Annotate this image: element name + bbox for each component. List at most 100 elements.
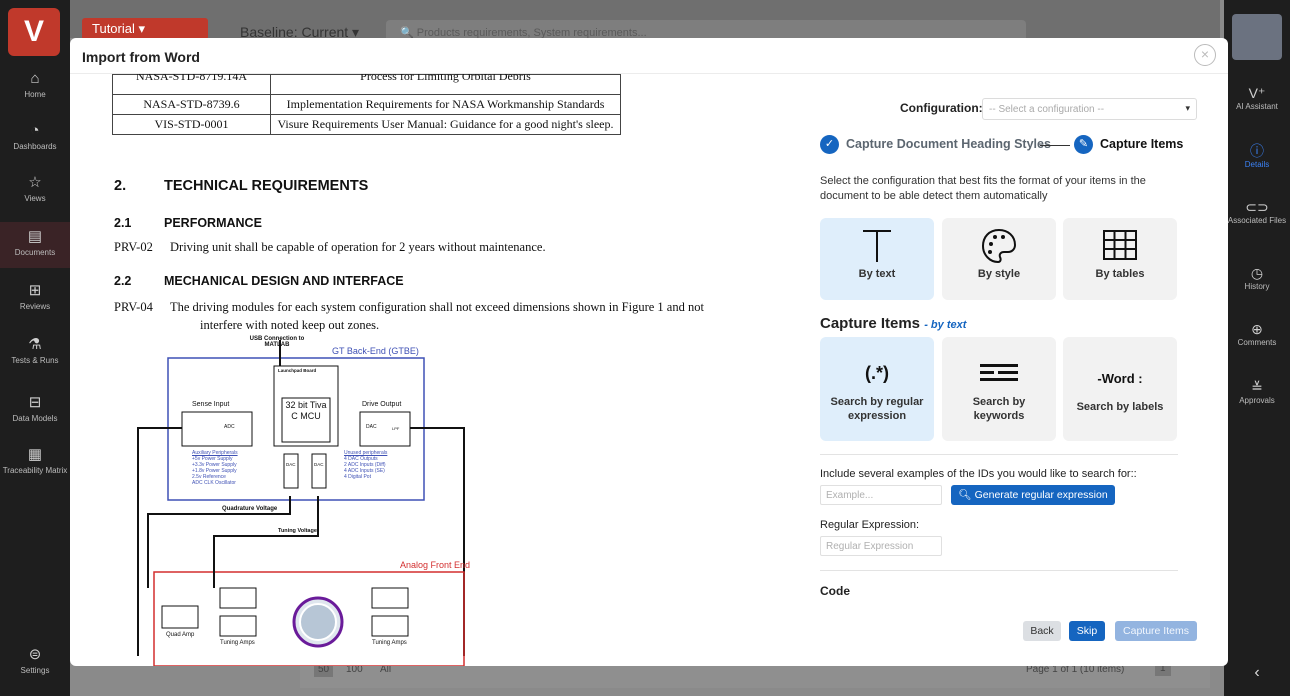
nav-documents[interactable]: ▤ Documents (0, 222, 70, 268)
mode-label: By tables (1095, 268, 1145, 280)
tutorial-button[interactable]: Tutorial ▾ (82, 18, 208, 40)
table-row: VIS-STD-0001 Visure Requirements User Man… (112, 114, 621, 135)
generate-regex-button[interactable]: 🔍︎ Generate regular expression (951, 485, 1115, 505)
mode-label: By style (977, 268, 1021, 280)
clock-icon: ◷ (1250, 265, 1264, 281)
dialog-header: Import from Word × (70, 38, 1228, 74)
nav-home-label: Home (24, 90, 46, 99)
table-icon (1063, 218, 1177, 268)
capture-items-button[interactable]: Capture Items (1115, 621, 1197, 641)
table-row: NASA-STD-8719.14A Process for Limiting Or… (112, 74, 621, 87)
section-2-1-title: PERFORMANCE (164, 216, 262, 230)
nav-documents-label: Documents (14, 248, 56, 257)
table-cell: Implementation Requirements for NASA Wor… (270, 94, 621, 115)
configuration-placeholder: -- Select a configuration -- (989, 104, 1105, 115)
step-heading-styles[interactable]: Capture Document Heading Styles (846, 137, 1051, 151)
flask-icon: ⚗ (28, 336, 42, 353)
aux-item: ADC CLK Oscillator (192, 480, 236, 486)
star-icon: ☆ (28, 174, 42, 191)
step-capture-items[interactable]: Capture Items (1100, 137, 1183, 151)
document-preview: NASA-STD-8719.14A Process for Limiting Or… (70, 74, 790, 666)
requirement-text-continued: interfere with noted keep out zones. (200, 318, 380, 332)
dialog-title: Import from Word (82, 49, 200, 65)
nav-dashboards[interactable]: ◔ Dashboards (0, 122, 70, 151)
regex-input[interactable]: Regular Expression (820, 536, 942, 556)
panel-ai-assistant[interactable]: V⁺ AI Assistant (1224, 84, 1290, 111)
dashboard-icon: ◔ (30, 122, 40, 139)
close-icon[interactable]: × (1194, 44, 1216, 66)
associated-files-label: Associated Files (1227, 216, 1287, 225)
table-cell: Process for Limiting Orbital Debris (270, 74, 621, 87)
configuration-select[interactable]: -- Select a configuration -- ▾ (982, 98, 1197, 120)
example-input[interactable]: Example... (820, 485, 942, 505)
analog-front-end-label: Analog Front End (400, 560, 471, 570)
home-icon: ⌂ (30, 70, 40, 87)
mode-by-text-card[interactable]: By text (820, 218, 934, 300)
capture-subtitle: - by text (924, 319, 967, 331)
nav-traceability-label: Traceability Matrix (2, 466, 68, 475)
configuration-label: Configuration: (900, 101, 983, 115)
method-keywords-card[interactable]: Search by keywords (942, 337, 1056, 441)
capture-items-title: Capture Items - by text (820, 315, 966, 332)
usb-connection-label: USB Connection to MATLAB (249, 336, 305, 348)
nav-views-label: Views (24, 194, 46, 203)
search-icon: 🔍︎ (958, 489, 972, 501)
nav-data-models[interactable]: ⊟ Data Models (0, 394, 70, 423)
step-connector (1040, 145, 1070, 146)
mode-by-tables-card[interactable]: By tables (1063, 218, 1177, 300)
nav-traceability[interactable]: ▦ Traceability Matrix (0, 446, 70, 476)
panel-associated-files[interactable]: ⊂⊃ Associated Files (1224, 198, 1290, 225)
regex-icon: (.*) (865, 363, 889, 383)
history-label: History (1244, 282, 1270, 291)
tutorial-label: Tutorial (92, 21, 135, 36)
quad-amp-label: Quad Amp (166, 632, 195, 638)
palette-icon (942, 218, 1056, 268)
comments-label: Comments (1237, 338, 1277, 347)
requirement-id: PRV-04 (114, 300, 153, 314)
diagram-drawing (137, 340, 465, 666)
method-labels-card[interactable]: -Word : Search by labels (1063, 337, 1177, 441)
skip-button[interactable]: Skip (1069, 621, 1105, 641)
back-button[interactable]: Back (1023, 621, 1061, 641)
unused-peripherals-list: 4 DAC Outputs 2 ADC Inputs (Diff) 4 ADC … (344, 456, 386, 480)
launchpad-label: Launchpad Board (278, 368, 317, 373)
aux-peripherals-list: +5v Power Supply +3.3v Power Supply +1.8… (192, 456, 237, 486)
avatar[interactable] (1232, 14, 1282, 60)
sense-input-label: Sense Input (192, 401, 230, 408)
regex-label: Regular Expression: (820, 519, 920, 531)
nav-reviews[interactable]: ⊞ Reviews (0, 282, 70, 311)
nav-views[interactable]: ☆ Views (0, 174, 70, 203)
gtbe-label: GT Back-End (GTBE) (332, 346, 419, 356)
nav-tests-runs[interactable]: ⚗ Tests & Runs (0, 336, 70, 365)
panel-comments[interactable]: ⊕ Comments (1224, 320, 1290, 347)
standards-table: NASA-STD-8719.14A Process for Limiting Or… (112, 74, 621, 135)
comment-icon: ⊕ (1251, 321, 1263, 337)
section-2-2-number: 2.2 (114, 274, 132, 288)
nav-settings[interactable]: ⊜ Settings (0, 646, 70, 675)
nav-settings-label: Settings (20, 666, 50, 675)
info-icon: ⓘ (1250, 143, 1264, 159)
mode-by-style-card[interactable]: By style (942, 218, 1056, 300)
nav-home[interactable]: ⌂ Home (0, 70, 70, 99)
dac-label: DAC (286, 462, 296, 467)
adc-label: ADC (224, 424, 235, 430)
method-regex-card[interactable]: (.*) Search by regular expression (820, 337, 934, 441)
panel-history[interactable]: ◷ History (1224, 264, 1290, 291)
app-logo[interactable]: V (8, 8, 60, 56)
mode-label: By text (858, 268, 896, 280)
generate-regex-label: Generate regular expression (974, 489, 1108, 501)
text-icon (820, 218, 934, 268)
panel-details[interactable]: ⓘ Details (1224, 142, 1290, 169)
unused-item: 4 Digital Pot (344, 474, 371, 480)
requirement-text: The driving modules for each system conf… (170, 300, 704, 314)
ai-assistant-icon: V⁺ (1248, 85, 1266, 101)
import-from-word-dialog: Import from Word × NASA-STD-8719.14A Proc… (70, 38, 1228, 666)
panel-approvals[interactable]: ≚ Approvals (1224, 378, 1290, 405)
section-2-title: TECHNICAL REQUIREMENTS (164, 178, 369, 194)
tuning-amps-label: Tuning Amps (220, 640, 255, 646)
method-label: Search by regular expression (830, 396, 924, 422)
divider (820, 454, 1178, 455)
method-label: Search by keywords (972, 396, 1026, 422)
collapse-panel-chevron-icon[interactable]: ‹ (1224, 664, 1290, 682)
dac-label: DAC (314, 462, 324, 467)
